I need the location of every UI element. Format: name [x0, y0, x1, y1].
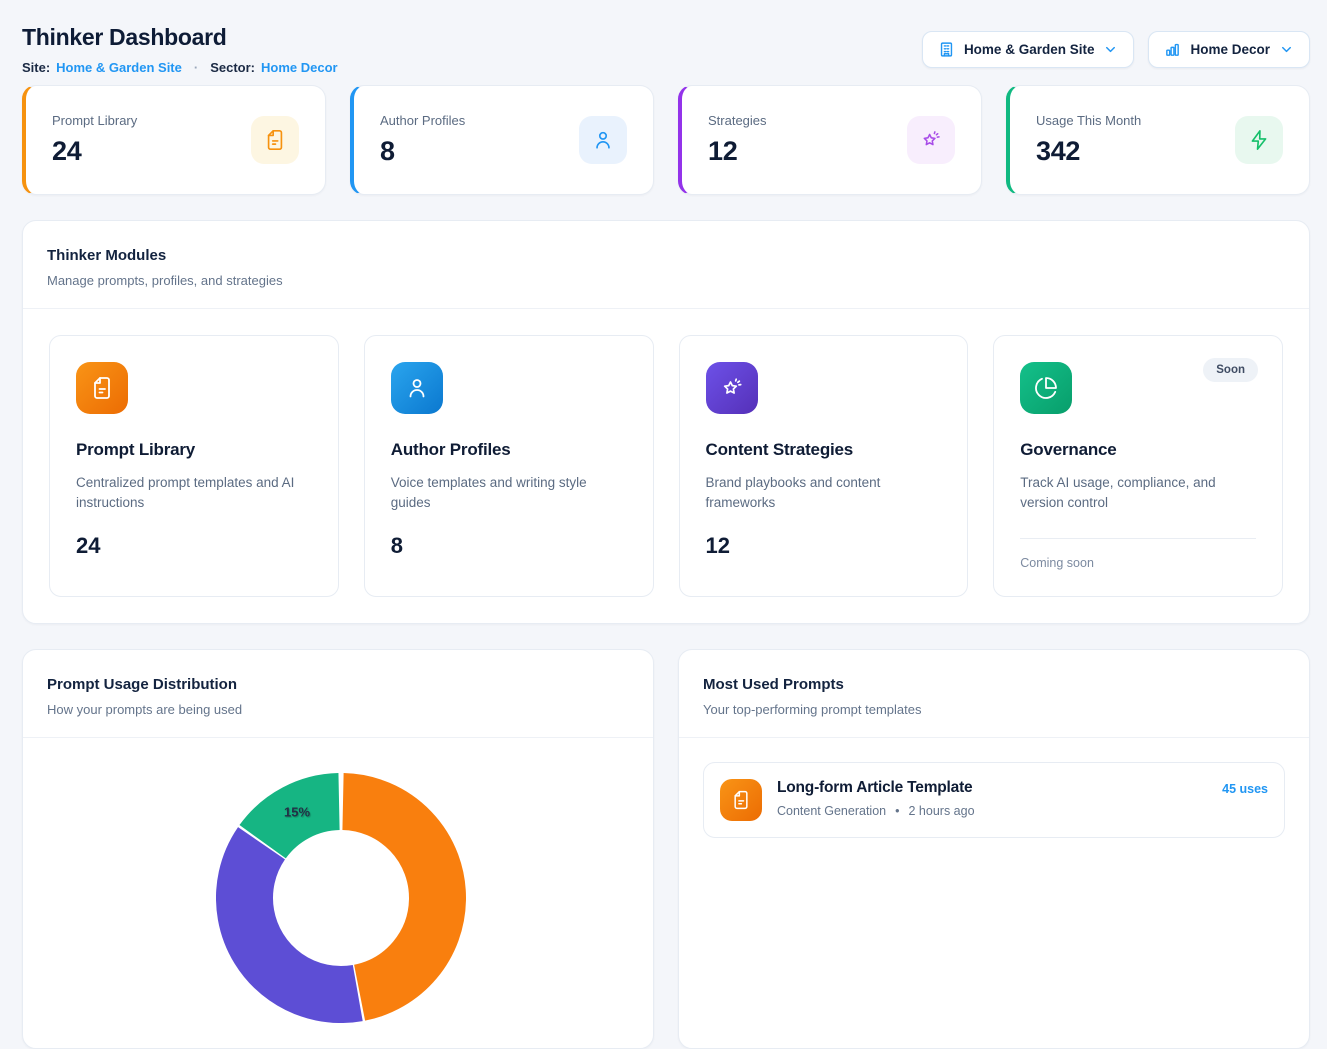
chevron-down-icon: [1279, 42, 1294, 57]
stat-label: Strategies: [708, 113, 767, 128]
lightning-icon: [1235, 116, 1283, 164]
most-used-header: Most Used Prompts Your top-performing pr…: [679, 650, 1309, 738]
pie-chart-icon: [1020, 362, 1072, 414]
modules-grid: Prompt Library Centralized prompt templa…: [23, 309, 1309, 623]
prompt-item-category: Content Generation: [777, 804, 886, 818]
star-sparkle-icon: [706, 362, 758, 414]
module-count: 12: [706, 533, 942, 559]
most-used-subtitle: Your top-performing prompt templates: [703, 702, 1285, 717]
prompt-item-meta: Content Generation • 2 hours ago: [777, 804, 975, 818]
most-used-prompts-card: Most Used Prompts Your top-performing pr…: [678, 649, 1310, 1049]
module-description: Voice templates and writing style guides: [391, 473, 627, 514]
star-sparkle-icon: [907, 116, 955, 164]
thinker-modules-panel: Thinker Modules Manage prompts, profiles…: [22, 220, 1310, 624]
stats-row: Prompt Library 24 Author Profiles 8 Stra…: [22, 85, 1310, 195]
header-actions: Home & Garden Site Home Decor: [922, 31, 1310, 68]
dashboard-page: Thinker Dashboard Site: Home & Garden Si…: [0, 0, 1327, 1049]
user-icon: [579, 116, 627, 164]
soon-badge: Soon: [1203, 358, 1258, 382]
site-label: Site:: [22, 60, 50, 75]
module-card-content-strategies[interactable]: Content Strategies Brand playbooks and c…: [679, 335, 969, 597]
stat-card-strategies: Strategies 12: [678, 85, 982, 195]
page-header: Thinker Dashboard Site: Home & Garden Si…: [22, 24, 1310, 75]
most-used-title: Most Used Prompts: [703, 676, 1285, 693]
stat-card-usage: Usage This Month 342: [1006, 85, 1310, 195]
donut-chart-svg: [216, 773, 466, 1023]
chevron-down-icon: [1103, 42, 1118, 57]
stat-value: 24: [52, 136, 137, 167]
stat-label: Prompt Library: [52, 113, 137, 128]
stat-value: 12: [708, 136, 767, 167]
module-description: Centralized prompt templates and AI inst…: [76, 473, 312, 514]
file-text-icon: [251, 116, 299, 164]
module-count: 24: [76, 533, 312, 559]
prompt-list-item[interactable]: Long-form Article Template Content Gener…: [703, 762, 1285, 838]
prompt-item-title: Long-form Article Template: [777, 779, 975, 797]
module-count: 8: [391, 533, 627, 559]
sector-select-button[interactable]: Home Decor: [1148, 31, 1310, 68]
file-text-icon: [720, 779, 762, 821]
prompts-list: Long-form Article Template Content Gener…: [679, 738, 1309, 862]
bar-chart-icon: [1164, 41, 1181, 58]
stat-card-author-profiles: Author Profiles 8: [350, 85, 654, 195]
module-description: Brand playbooks and content frameworks: [706, 473, 942, 514]
module-card-author-profiles[interactable]: Author Profiles Voice templates and writ…: [364, 335, 654, 597]
site-select-label: Home & Garden Site: [964, 42, 1095, 57]
stat-value: 342: [1036, 136, 1141, 167]
stat-value: 8: [380, 136, 465, 167]
bottom-row: Prompt Usage Distribution How your promp…: [22, 649, 1310, 1049]
prompt-item-time: 2 hours ago: [909, 804, 975, 818]
stat-card-prompt-library: Prompt Library 24: [22, 85, 326, 195]
usage-chart-header: Prompt Usage Distribution How your promp…: [23, 650, 653, 738]
module-card-governance[interactable]: Soon Governance Track AI usage, complian…: [993, 335, 1283, 597]
modules-panel-subtitle: Manage prompts, profiles, and strategies: [47, 273, 1285, 288]
stat-label: Usage This Month: [1036, 113, 1141, 128]
module-title: Governance: [1020, 440, 1256, 460]
prompt-usage-distribution-card: Prompt Usage Distribution How your promp…: [22, 649, 654, 1049]
prompt-item-uses-badge: 45 uses: [1222, 782, 1268, 796]
stat-label: Author Profiles: [380, 113, 465, 128]
donut-segment-label: 15%: [284, 804, 310, 819]
module-description: Track AI usage, compliance, and version …: [1020, 473, 1256, 514]
meta-dot-separator: •: [895, 804, 899, 818]
modules-panel-header: Thinker Modules Manage prompts, profiles…: [23, 221, 1309, 309]
header-left: Thinker Dashboard Site: Home & Garden Si…: [22, 24, 338, 75]
page-title: Thinker Dashboard: [22, 24, 338, 51]
module-divider: [1020, 538, 1256, 539]
building-icon: [938, 41, 955, 58]
file-text-icon: [76, 362, 128, 414]
module-title: Prompt Library: [76, 440, 312, 460]
sector-select-label: Home Decor: [1190, 42, 1270, 57]
module-card-prompt-library[interactable]: Prompt Library Centralized prompt templa…: [49, 335, 339, 597]
module-title: Content Strategies: [706, 440, 942, 460]
modules-panel-title: Thinker Modules: [47, 247, 1285, 264]
breadcrumb-separator: ·: [194, 60, 198, 75]
site-select-button[interactable]: Home & Garden Site: [922, 31, 1135, 68]
site-link[interactable]: Home & Garden Site: [56, 60, 182, 75]
usage-chart-subtitle: How your prompts are being used: [47, 702, 629, 717]
breadcrumb: Site: Home & Garden Site · Sector: Home …: [22, 60, 338, 75]
sector-label: Sector:: [210, 60, 255, 75]
usage-chart-title: Prompt Usage Distribution: [47, 676, 629, 693]
user-icon: [391, 362, 443, 414]
module-title: Author Profiles: [391, 440, 627, 460]
donut-chart: [216, 773, 466, 1023]
coming-soon-text: Coming soon: [1020, 556, 1256, 570]
sector-link[interactable]: Home Decor: [261, 60, 338, 75]
